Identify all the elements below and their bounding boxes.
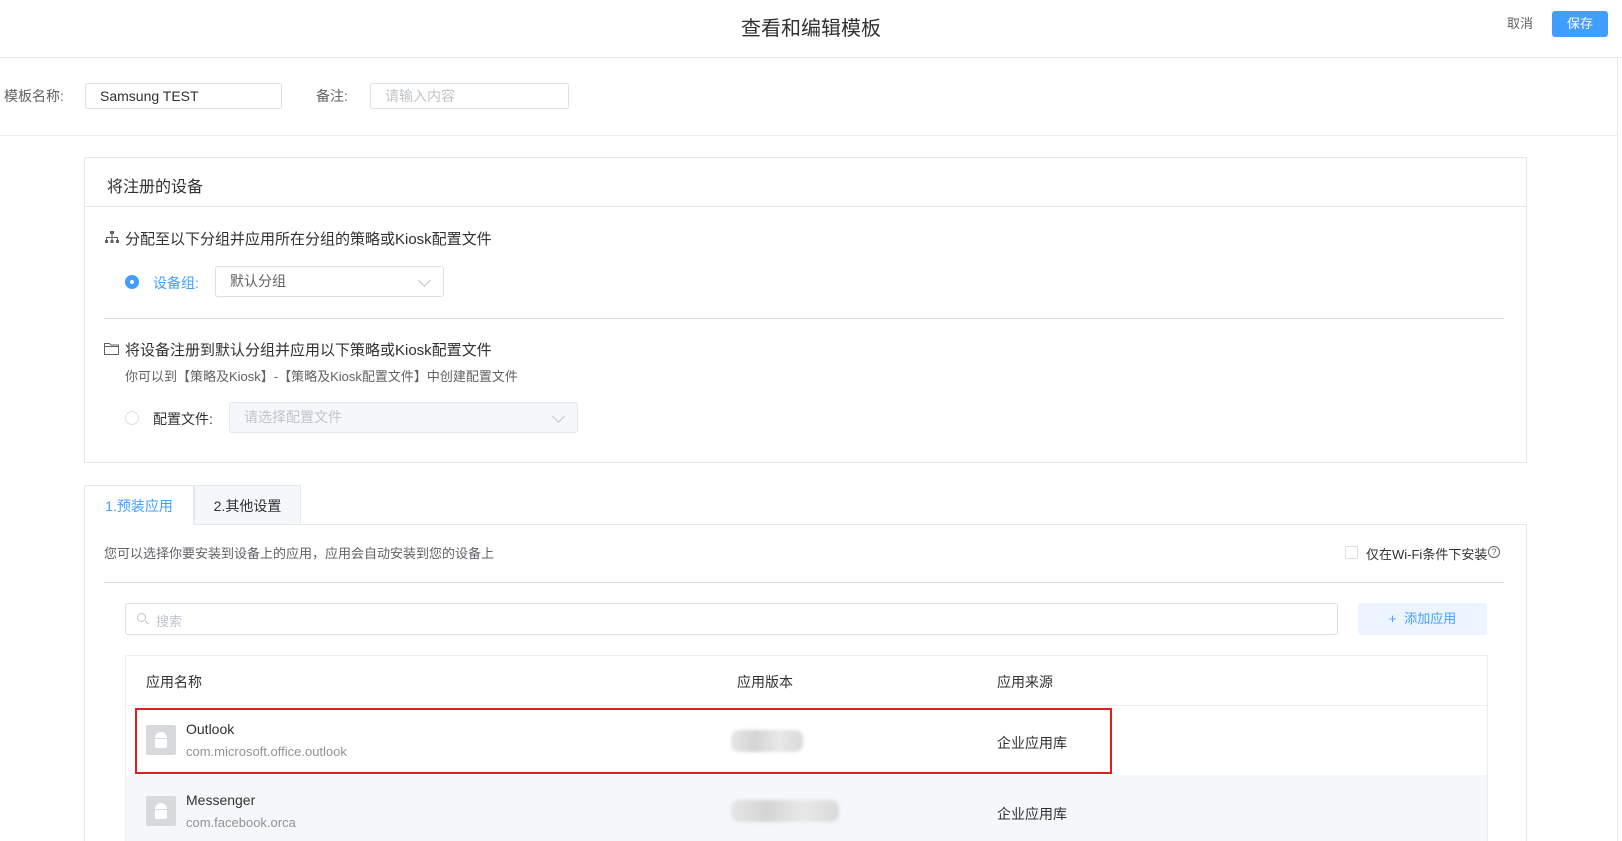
app-source: 企业应用库 bbox=[997, 806, 1067, 822]
highlight-box bbox=[135, 708, 1112, 774]
option-profile-title: 将设备注册到默认分组并应用以下策略或Kiosk配置文件 bbox=[125, 342, 492, 359]
android-icon bbox=[146, 796, 176, 826]
add-app-button[interactable]: + 添加应用 bbox=[1358, 603, 1487, 635]
template-name-label: 模板名称: bbox=[4, 88, 64, 104]
plus-icon: + bbox=[1388, 611, 1397, 626]
device-group-select-value: 默认分组 bbox=[230, 273, 286, 289]
app-version-redacted bbox=[731, 800, 839, 822]
option-profile-radio[interactable] bbox=[125, 411, 139, 425]
cancel-button[interactable]: 取消 bbox=[1500, 13, 1540, 35]
divider bbox=[0, 135, 1617, 136]
column-header-source: 应用来源 bbox=[997, 674, 1053, 690]
devices-panel-title: 将注册的设备 bbox=[107, 179, 204, 196]
app-name: Messenger bbox=[186, 792, 256, 808]
scrollbar-track[interactable] bbox=[1617, 58, 1618, 841]
add-app-label: 添加应用 bbox=[1404, 611, 1457, 626]
profile-select-placeholder: 请选择配置文件 bbox=[244, 409, 342, 425]
app-package: com.facebook.orca bbox=[186, 815, 296, 830]
chevron-down-icon bbox=[418, 274, 431, 287]
wifi-only-checkbox[interactable] bbox=[1345, 546, 1358, 559]
folder-icon bbox=[104, 343, 119, 355]
option-profile-hint: 你可以到【策略及Kiosk】-【策略及Kiosk配置文件】中创建配置文件 bbox=[125, 369, 518, 384]
tab-other-settings[interactable]: 2.其他设置 bbox=[194, 485, 301, 525]
column-header-name: 应用名称 bbox=[146, 674, 202, 690]
search-icon bbox=[137, 613, 146, 622]
remark-input[interactable]: 请输入内容 bbox=[370, 83, 569, 109]
option-profile-radio-label[interactable]: 配置文件: bbox=[153, 409, 213, 429]
tab-preinstalled-apps[interactable]: 1.预装应用 bbox=[84, 485, 194, 525]
apps-description: 您可以选择你要安装到设备上的应用，应用会自动安装到您的设备上 bbox=[104, 546, 495, 561]
option-group-title: 分配至以下分组并应用所在分组的策略或Kiosk配置文件 bbox=[125, 231, 492, 248]
column-header-version: 应用版本 bbox=[737, 674, 793, 690]
device-group-select[interactable]: 默认分组 bbox=[215, 266, 444, 297]
remark-label: 备注: bbox=[316, 88, 348, 104]
profile-select[interactable]: 请选择配置文件 bbox=[229, 402, 578, 433]
divider bbox=[104, 318, 1504, 319]
search-placeholder: 搜索 bbox=[156, 614, 183, 629]
wifi-only-label[interactable]: 仅在Wi-Fi条件下安装 bbox=[1366, 544, 1487, 563]
chevron-down-icon bbox=[552, 410, 565, 423]
option-group-radio-label[interactable]: 设备组: bbox=[153, 273, 199, 293]
divider bbox=[85, 206, 1526, 207]
org-tree-icon bbox=[105, 231, 119, 243]
template-name-input[interactable]: Samsung TEST bbox=[85, 83, 282, 109]
save-button[interactable]: 保存 bbox=[1552, 11, 1608, 37]
divider bbox=[104, 582, 1504, 583]
option-group-radio[interactable] bbox=[125, 275, 139, 289]
page-title: 查看和编辑模板 bbox=[741, 18, 881, 40]
help-icon[interactable]: ? bbox=[1488, 546, 1500, 558]
divider bbox=[126, 705, 1487, 706]
search-input[interactable] bbox=[125, 603, 1338, 635]
